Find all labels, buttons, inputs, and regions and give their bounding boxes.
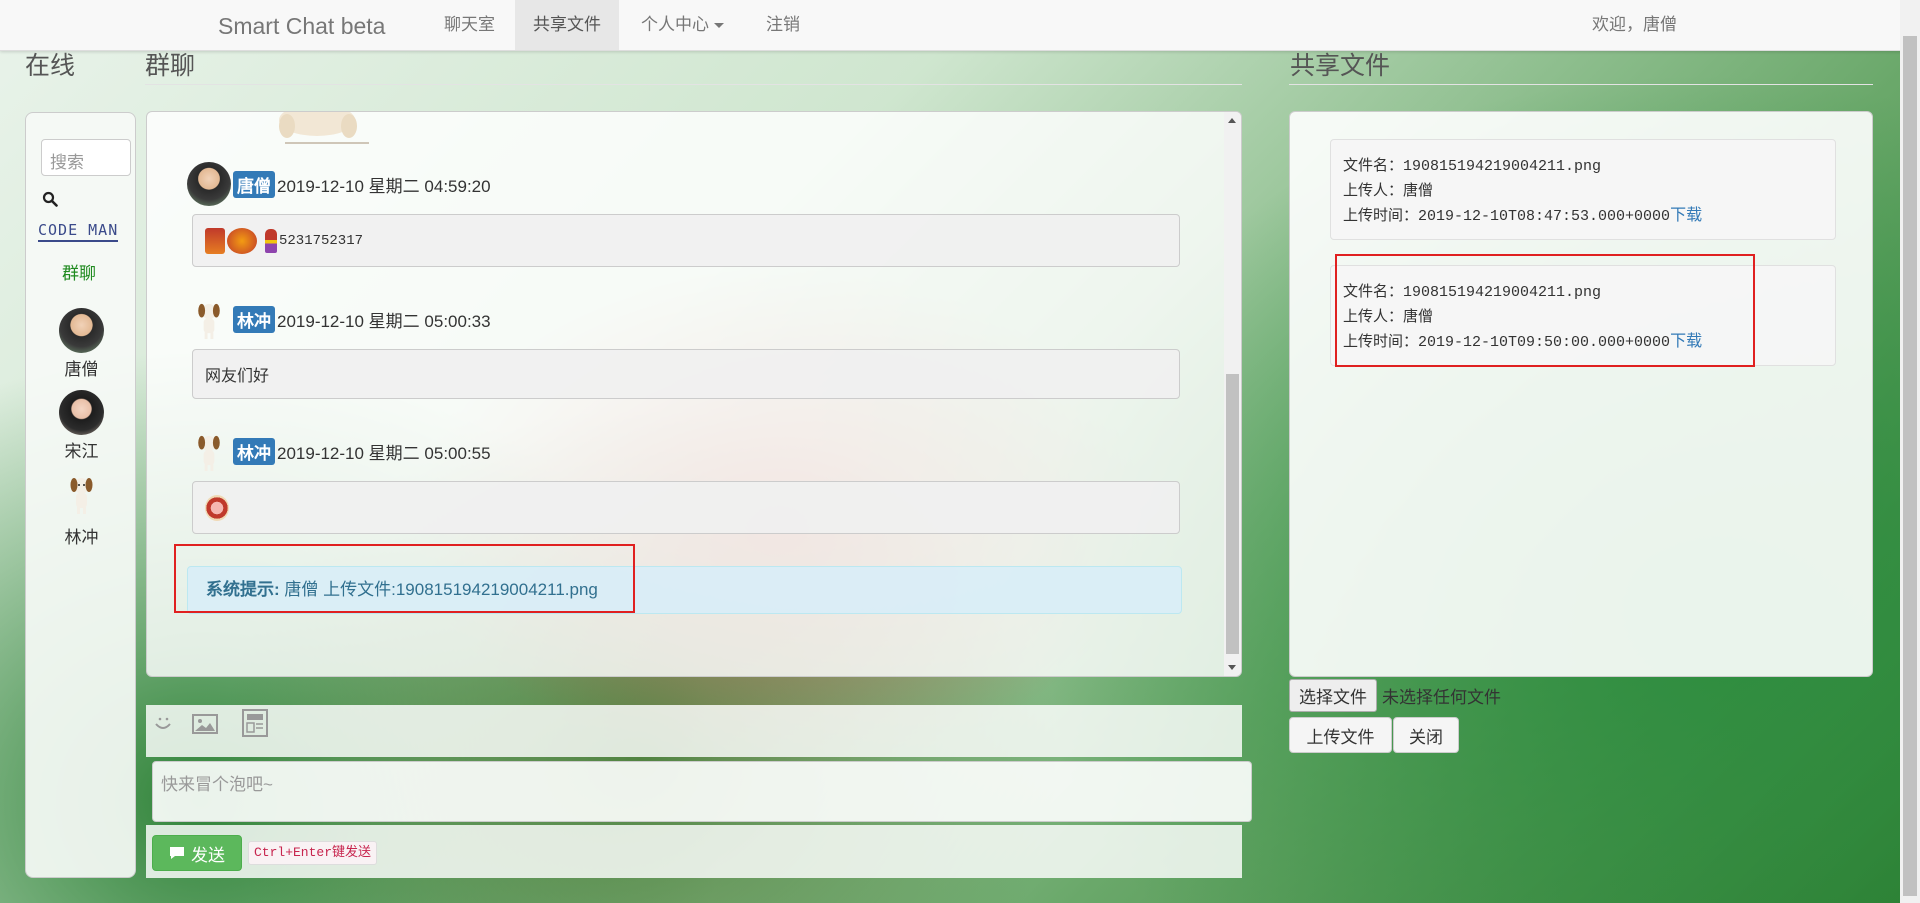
divider — [145, 84, 1242, 85]
message-header: 唐僧 2019-12-10 星期二 04:59:20 — [187, 162, 491, 206]
file-time-label: 上传时间： — [1343, 208, 1419, 225]
scroll-up-icon[interactable] — [1228, 118, 1236, 123]
close-button[interactable]: 关闭 — [1393, 717, 1459, 753]
welcome-text: 欢迎，唐僧 — [1592, 15, 1677, 34]
dog-avatar-icon — [70, 478, 93, 514]
avatar — [59, 390, 104, 435]
file-name-label: 文件名： — [1343, 158, 1404, 175]
online-user-name: 林冲 — [64, 528, 99, 547]
comment-icon — [170, 847, 184, 859]
chat-scrollbar-thumb[interactable] — [1226, 374, 1239, 654]
emoji-icon — [265, 228, 277, 253]
online-user[interactable]: 唐僧 — [26, 308, 137, 380]
download-link[interactable]: 下载 — [1670, 207, 1702, 225]
page-scrollbar-thumb[interactable] — [1903, 36, 1917, 896]
nav-logout[interactable]: 注销 — [748, 0, 818, 50]
nav-shared-files[interactable]: 共享文件 — [515, 0, 619, 50]
file-name-row: 文件名：190815194219004211.png — [1343, 154, 1823, 179]
message-bubble — [192, 481, 1180, 534]
message-header: 林冲 2019-12-10 星期二 05:00:33 — [187, 297, 491, 341]
shared-files-panel: 文件名：190815194219004211.png 上传人：唐僧 上传时间：2… — [1289, 111, 1873, 677]
message-user-label: 林冲 — [233, 305, 275, 333]
dog-avatar-icon — [198, 303, 220, 340]
nav-chatroom[interactable]: 聊天室 — [426, 0, 513, 50]
avatar — [59, 308, 104, 353]
file-time: 2019-12-10T08:47:53.000+0000 — [1418, 208, 1671, 225]
image-icon[interactable] — [192, 714, 218, 734]
logo-underline — [38, 240, 118, 242]
send-shortcut-hint: Ctrl+Enter键发送 — [248, 841, 378, 865]
chat-title: 群聊 — [145, 52, 196, 80]
caret-down-icon — [714, 23, 724, 29]
file-time-row: 上传时间：2019-12-10T08:47:53.000+0000下载 — [1343, 204, 1823, 229]
search-input[interactable]: 搜索 — [41, 139, 131, 176]
sticker-image — [279, 112, 369, 144]
message-text: 网友们好 — [205, 368, 270, 385]
avatar — [187, 162, 231, 206]
online-user[interactable]: 宋江 — [26, 390, 137, 462]
message-header: 林冲 2019-12-10 星期二 05:00:55 — [187, 429, 491, 473]
file-icon[interactable] — [242, 709, 268, 737]
file-uploader-label: 上传人： — [1343, 183, 1404, 200]
online-title: 在线 — [25, 52, 76, 80]
send-button[interactable]: 发送 — [152, 835, 242, 871]
highlight-box — [174, 544, 635, 613]
online-user-name: 宋江 — [64, 442, 99, 461]
message-input[interactable]: 快来冒个泡吧~ — [152, 761, 1252, 822]
highlight-box — [1335, 254, 1755, 367]
message-time: 2019-12-10 星期二 04:59:20 — [277, 176, 491, 196]
brand[interactable]: Smart Chat beta — [218, 13, 385, 40]
page-scrollbar[interactable] — [1900, 0, 1920, 903]
file-chooser: 选择文件 未选择任何文件 — [1289, 679, 1501, 712]
message-time: 2019-12-10 星期二 05:00:55 — [277, 443, 491, 463]
group-chat-link[interactable]: 群聊 — [62, 259, 96, 284]
upload-file-button[interactable]: 上传文件 — [1289, 717, 1392, 753]
scroll-down-icon[interactable] — [1228, 665, 1236, 670]
emoji-icon — [205, 227, 225, 254]
emoji-icon — [227, 227, 257, 254]
file-card: 文件名：190815194219004211.png 上传人：唐僧 上传时间：2… — [1330, 139, 1836, 240]
chat-scrollbar[interactable] — [1224, 112, 1241, 676]
codeman-logo: CODE MAN — [38, 221, 119, 239]
online-panel: 搜索 CODE MAN 群聊 唐僧 宋江 林冲 — [25, 112, 136, 878]
shared-title: 共享文件 — [1290, 52, 1391, 80]
navbar: Smart Chat beta 聊天室 共享文件 个人中心 注销 欢迎，唐僧 — [0, 0, 1920, 51]
message-user-label: 林冲 — [233, 437, 275, 465]
emoji-icon — [205, 494, 229, 521]
file-name: 190815194219004211.png — [1403, 158, 1602, 175]
online-user-name: 唐僧 — [64, 360, 99, 379]
nav-personal-center-label: 个人中心 — [641, 15, 709, 34]
file-uploader: 唐僧 — [1403, 183, 1434, 200]
file-uploader-row: 上传人：唐僧 — [1343, 179, 1823, 204]
online-user[interactable]: 林冲 — [26, 471, 137, 548]
search-icon[interactable] — [42, 191, 58, 207]
send-button-label: 发送 — [191, 845, 225, 865]
message-text: 5231752317 — [279, 232, 364, 249]
nav-personal-center[interactable]: 个人中心 — [623, 0, 742, 50]
message-time: 2019-12-10 星期二 05:00:33 — [277, 311, 491, 331]
composer-toolbar — [146, 705, 1242, 757]
emoji-icon[interactable] — [152, 713, 174, 735]
message-bubble: 网友们好 — [192, 349, 1180, 399]
message-bubble: 5231752317 — [192, 214, 1180, 267]
no-file-text: 未选择任何文件 — [1382, 688, 1501, 707]
dog-avatar-icon — [198, 435, 220, 472]
choose-file-button[interactable]: 选择文件 — [1289, 679, 1377, 712]
divider — [1289, 84, 1873, 85]
send-row: 发送 Ctrl+Enter键发送 — [146, 825, 1242, 878]
message-user-label: 唐僧 — [233, 170, 275, 198]
